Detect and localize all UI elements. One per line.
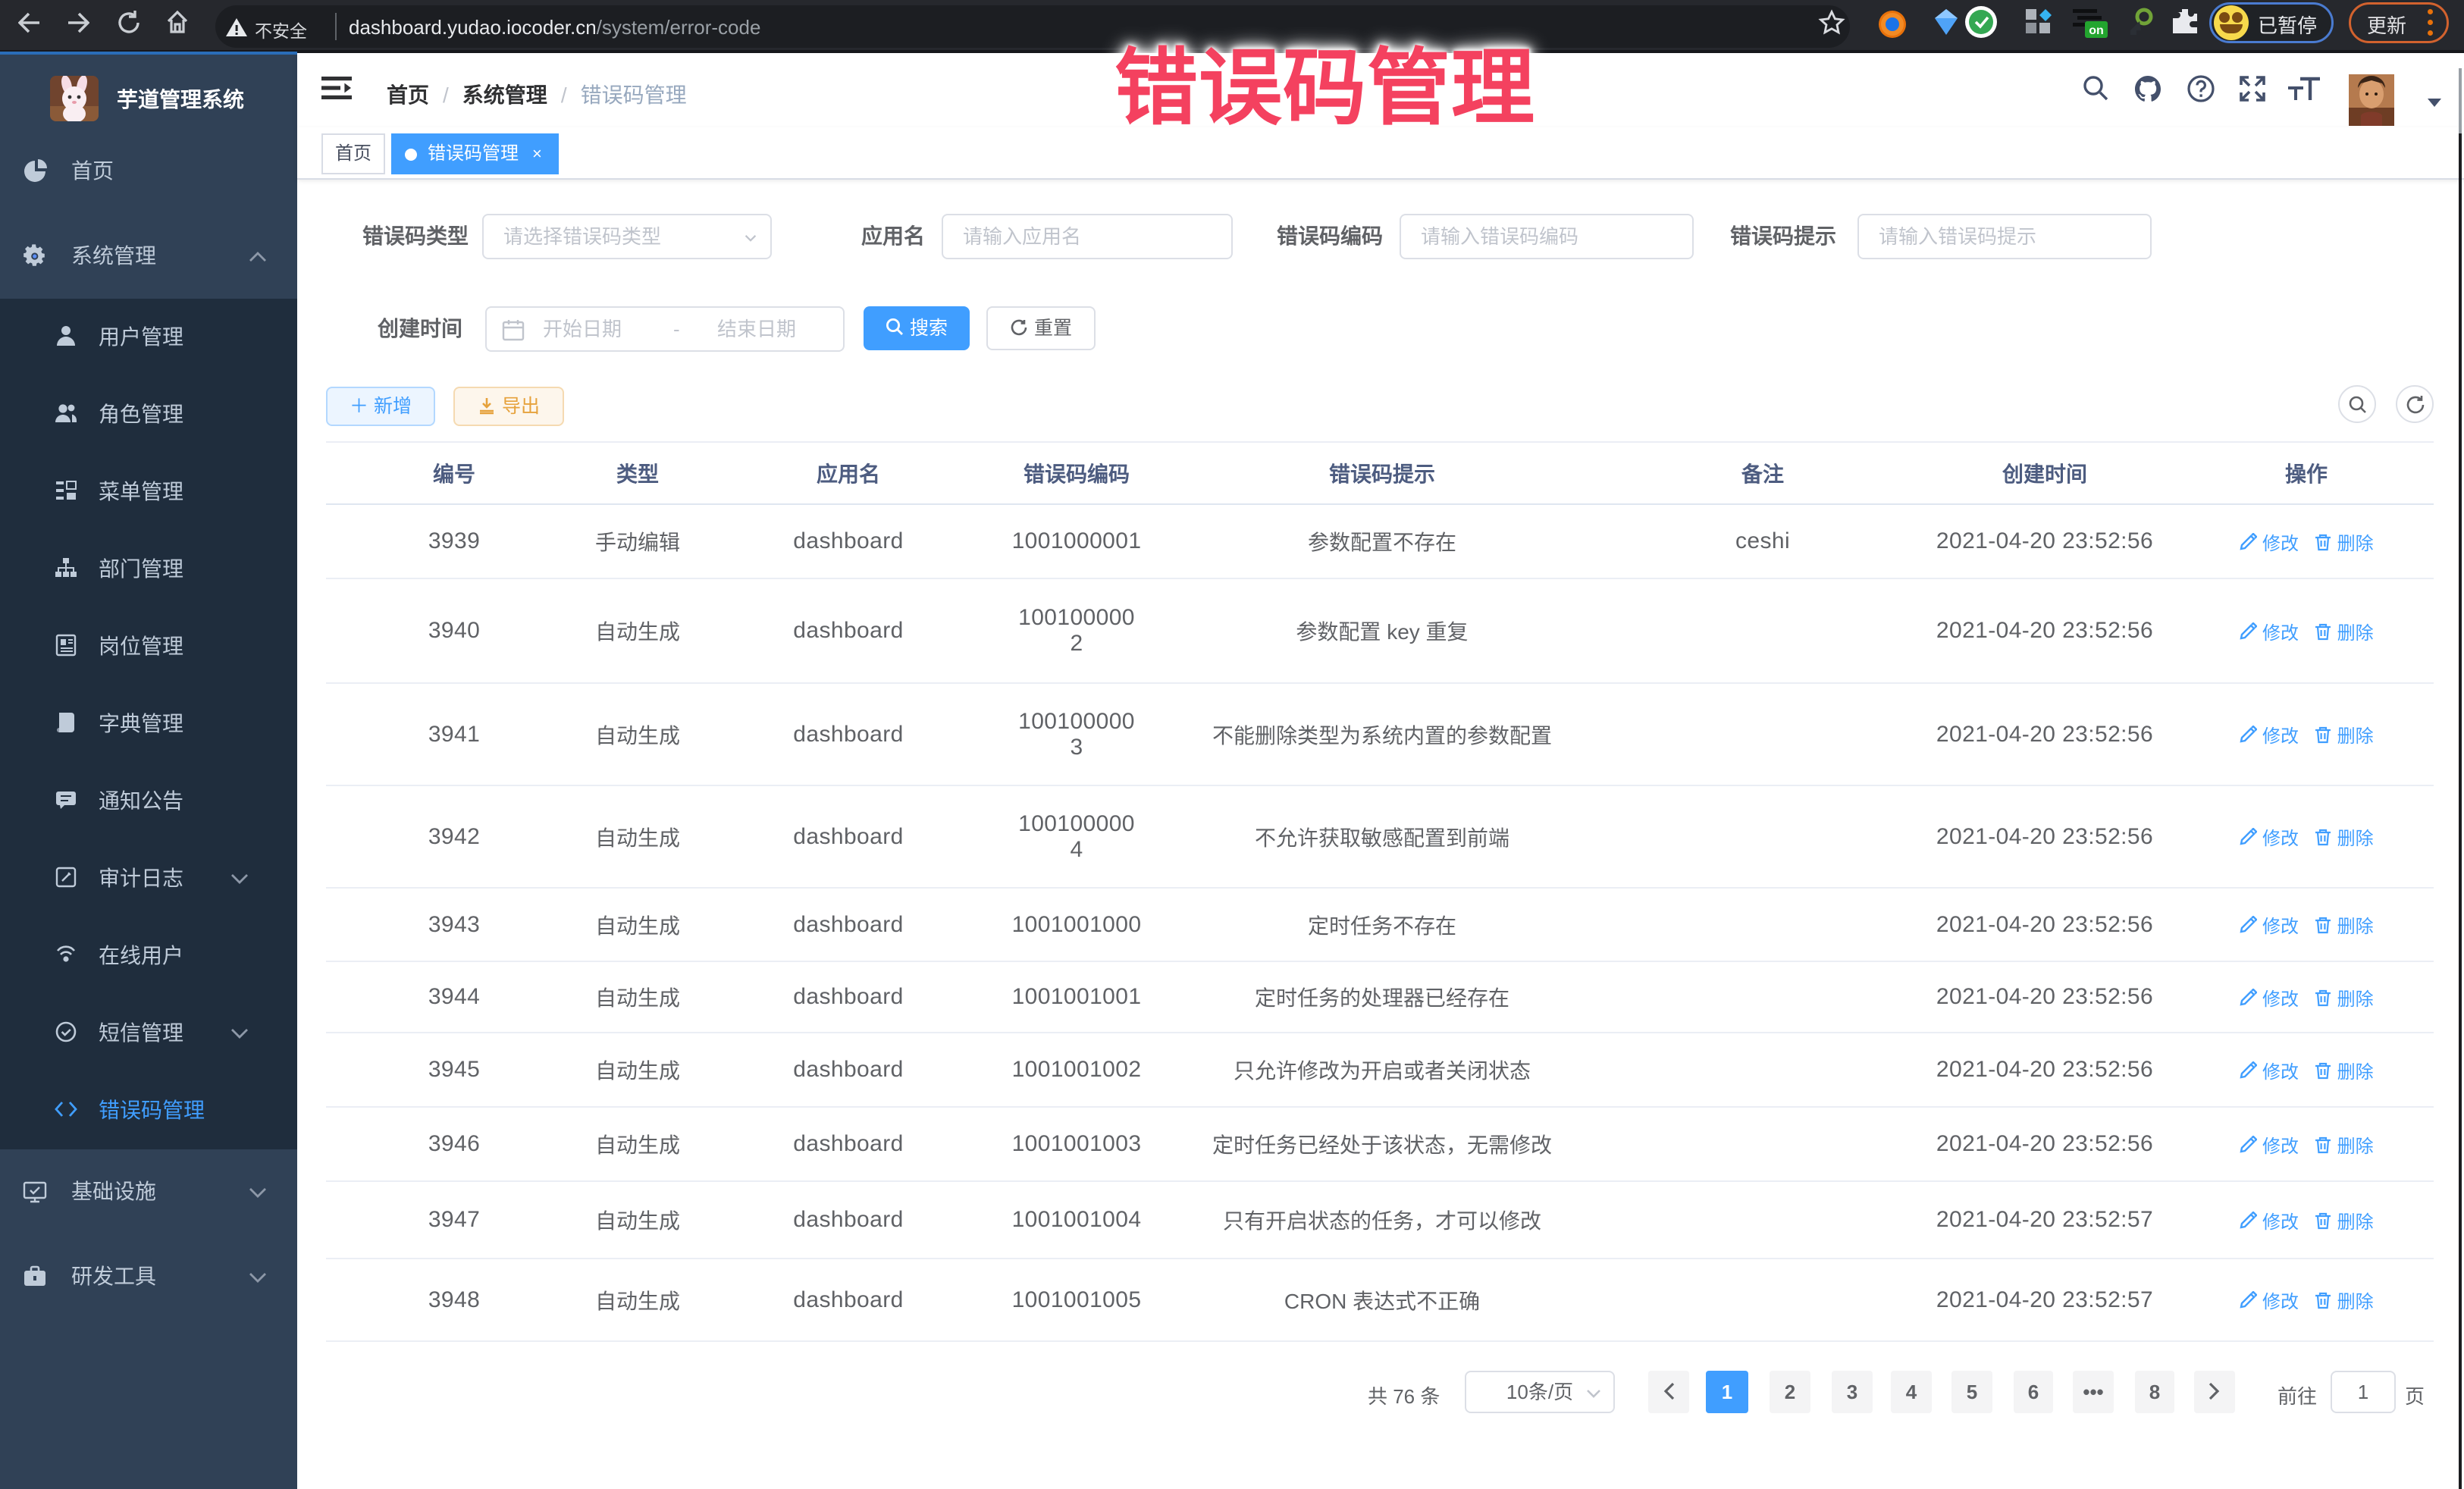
svg-text:on: on (2089, 24, 2104, 37)
